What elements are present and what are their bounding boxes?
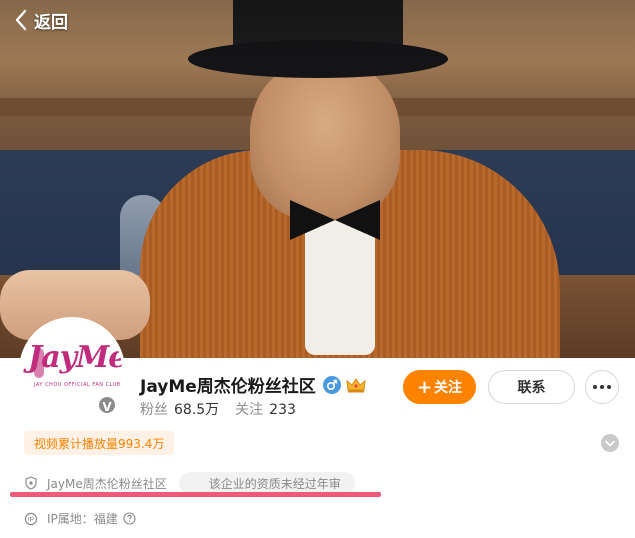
verification-row: JayMe周杰伦粉丝社区 该企业的资质未经过年审 [24, 472, 355, 494]
following-count[interactable]: 233 [269, 402, 296, 418]
svg-text:IP: IP [28, 516, 34, 523]
question-icon[interactable] [123, 512, 136, 525]
fans-label: 粉丝 [140, 402, 168, 418]
cover-face [250, 60, 400, 220]
cover-photo [0, 0, 635, 358]
verified-badge: V [97, 395, 117, 415]
follow-label: 关注 [434, 380, 463, 396]
back-button[interactable]: 返回 [12, 4, 68, 36]
back-label: 返回 [34, 12, 68, 33]
crown-icon [345, 376, 367, 394]
name-row: JayMe周杰伦粉丝社区 [140, 372, 367, 397]
location-ip-icon: IP [24, 512, 38, 526]
profile-card: JayMe JAY CHOU OFFICIAL FAN CLUB V JayMe… [0, 320, 635, 538]
avatar-logo-subtext: JAY CHOU OFFICIAL FAN CLUB [34, 382, 121, 388]
shield-icon [24, 476, 38, 490]
following-label: 关注 [235, 402, 264, 418]
follow-button[interactable]: + 关注 [403, 370, 476, 404]
contact-label: 联系 [517, 380, 546, 396]
verification-name: JayMe周杰伦粉丝社区 [47, 476, 167, 491]
chevron-down-icon[interactable] [601, 434, 619, 452]
play-count-tag: 视频累计播放量993.4万 [24, 431, 175, 455]
more-button[interactable] [585, 370, 619, 404]
ip-row: IP IP属地：福建 [24, 510, 136, 527]
profile-name: JayMe周杰伦粉丝社区 [140, 377, 316, 397]
fans-count[interactable]: 68.5万 [174, 399, 219, 419]
stats: 粉丝 68.5万 关注 233 [140, 399, 312, 419]
avatar-logo-text: JayMe [28, 340, 122, 375]
audit-notice: 该企业的资质未经过年审 [178, 472, 355, 494]
ip-location: IP属地：福建 [47, 512, 118, 526]
male-icon [322, 375, 341, 394]
more-dots-icon [593, 385, 611, 389]
cover-bowtie [290, 200, 380, 240]
plus-icon: + [416, 376, 433, 398]
chevron-left-icon [12, 7, 30, 33]
contact-button[interactable]: 联系 [488, 370, 575, 404]
highlight-underline [10, 492, 381, 497]
